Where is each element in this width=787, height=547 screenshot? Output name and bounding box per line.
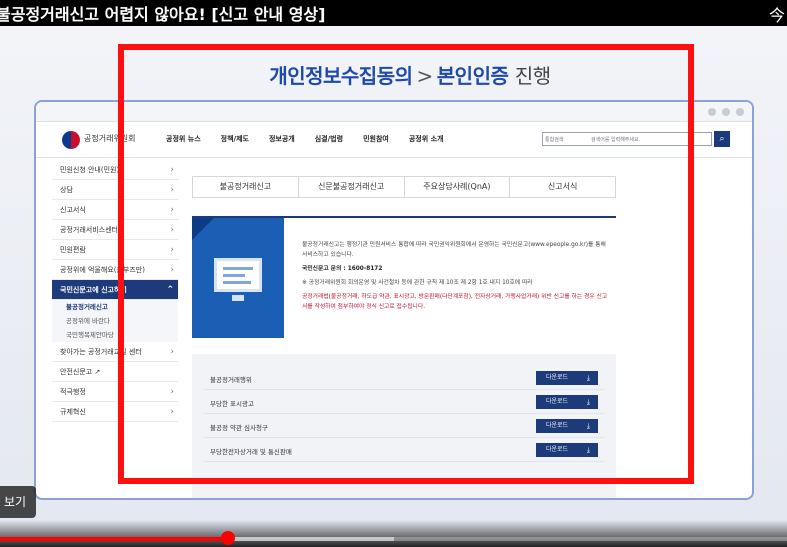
controls-gradient (0, 520, 787, 547)
left-menu-label: 규제혁신 (60, 408, 86, 416)
left-menu-label: 민원신청 안내(민원) (60, 166, 120, 174)
ftc-logo-icon (62, 131, 80, 149)
video-title[interactable]: 불공정거래신고 어렵지 않아요! [신고 안내 영상] (0, 1, 325, 25)
player-tooltip[interactable]: 보기 (0, 486, 37, 518)
top-right-glyph: 今 (768, 6, 785, 25)
left-menu-label: 상담 (60, 186, 73, 194)
left-menu-label: 민원편람 (60, 246, 86, 254)
left-menu-label: 신고서식 (60, 206, 86, 214)
progress-bar[interactable] (0, 537, 787, 541)
left-menu-label: 안전신문고 ↗ (60, 368, 101, 376)
window-dot-icon (708, 108, 716, 116)
search-button[interactable]: ⌕ (714, 131, 730, 147)
left-menu-label: 국민신문고에 신고하기 (60, 286, 127, 294)
window-dot-icon (722, 108, 730, 116)
video-frame[interactable]: 개인정보수집동의 > 본인인증 진행 공정거래위원회 공정위 뉴스 정책/제도 정보… (0, 0, 787, 547)
left-menu-label: 공정거래서비스센터 (60, 226, 118, 234)
progress-played (0, 537, 229, 541)
red-highlight-box (118, 44, 694, 484)
video-title-bar: 불공정거래신고 어렵지 않아요! [신고 안내 영상] 今 (0, 0, 787, 26)
window-dot-icon (736, 108, 744, 116)
left-menu-label: 적극행정 (60, 388, 86, 396)
search-icon: ⌕ (719, 134, 725, 144)
